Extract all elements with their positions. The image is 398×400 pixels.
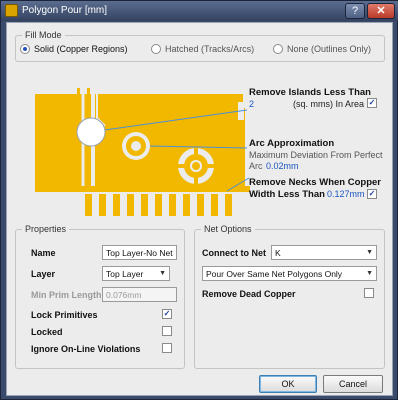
radio-dot [151, 44, 161, 54]
lock-primitives-label: Lock Primitives [31, 310, 98, 320]
arc-approx-title: Arc Approximation [249, 138, 335, 149]
min-prim-length-input[interactable]: 0.076mm [102, 287, 177, 302]
help-button[interactable]: ? [345, 3, 365, 19]
polygon-icon [5, 4, 18, 17]
fill-mode-legend: Fill Mode [22, 30, 65, 40]
name-input[interactable]: Top Layer-No Net [102, 245, 177, 260]
pour-mode-select[interactable]: Pour Over Same Net Polygons Only ▼ [202, 266, 377, 281]
chevron-down-icon: ▼ [159, 270, 166, 277]
remove-islands-checkbox[interactable]: ✓ [367, 98, 377, 108]
net-options-legend: Net Options [201, 224, 255, 234]
cancel-button[interactable]: Cancel [323, 375, 383, 393]
remove-necks-checkbox[interactable]: ✓ [367, 189, 377, 199]
polygon-pour-dialog: Polygon Pour [mm] ? ✕ Fill Mode Solid (C… [0, 0, 398, 400]
name-label: Name [31, 248, 56, 258]
chevron-down-icon: ▼ [366, 270, 373, 277]
radio-dot [273, 44, 283, 54]
fill-mode-solid-radio[interactable]: Solid (Copper Regions) [20, 44, 128, 54]
ignore-online-violations-checkbox[interactable] [162, 343, 172, 353]
fill-mode-group: Fill Mode Solid (Copper Regions) Hatched… [15, 30, 385, 62]
layer-select[interactable]: Top Layer ▼ [102, 266, 170, 281]
remove-islands-value[interactable]: 2 [249, 99, 254, 109]
properties-legend: Properties [22, 224, 70, 234]
locked-checkbox[interactable] [162, 326, 172, 336]
fill-mode-hatched-label: Hatched (Tracks/Arcs) [165, 44, 255, 54]
connect-to-net-label: Connect to Net [202, 248, 266, 258]
polygon-pour-illustration [35, 88, 250, 216]
chevron-down-icon: ▼ [366, 249, 373, 256]
layer-select-value: Top Layer [106, 269, 144, 279]
remove-dead-copper-checkbox[interactable] [364, 288, 374, 298]
pour-mode-value: Pour Over Same Net Polygons Only [206, 269, 343, 279]
lock-primitives-checkbox[interactable]: ✓ [162, 309, 172, 319]
fill-mode-none-label: None (Outlines Only) [287, 44, 372, 54]
dialog-body: Fill Mode Solid (Copper Regions) Hatched… [6, 22, 393, 396]
fill-mode-hatched-radio[interactable]: Hatched (Tracks/Arcs) [151, 44, 254, 54]
window-title: Polygon Pour [mm] [22, 5, 108, 16]
arc-approx-arc-label: Arc [249, 161, 263, 171]
ok-button[interactable]: OK [259, 375, 317, 393]
fill-mode-solid-label: Solid (Copper Regions) [34, 44, 128, 54]
remove-necks-title-line2: Width Less Than [249, 189, 325, 200]
connect-to-net-select[interactable]: K ▼ [271, 245, 377, 260]
remove-necks-title-line1: Remove Necks When Copper [249, 177, 381, 188]
title-bar[interactable]: Polygon Pour [mm] ? ✕ [1, 1, 398, 21]
arc-approx-value[interactable]: 0.02mm [266, 161, 299, 171]
connect-to-net-value: K [275, 248, 281, 258]
remove-dead-copper-label: Remove Dead Copper [202, 289, 296, 299]
ignore-online-violations-label: Ignore On-Line Violations [31, 344, 141, 354]
remove-necks-value[interactable]: 0.127mm [327, 189, 365, 199]
locked-label: Locked [31, 327, 63, 337]
layer-label: Layer [31, 269, 56, 279]
radio-dot [20, 44, 30, 54]
remove-islands-unit: (sq. mms) In Area [293, 99, 365, 109]
remove-islands-title: Remove Islands Less Than [249, 87, 371, 98]
close-button[interactable]: ✕ [367, 3, 395, 19]
fill-mode-none-radio[interactable]: None (Outlines Only) [273, 44, 371, 54]
arc-approx-desc: Maximum Deviation From Perfect [249, 150, 383, 160]
min-prim-length-label: Min Prim Length [31, 290, 102, 300]
